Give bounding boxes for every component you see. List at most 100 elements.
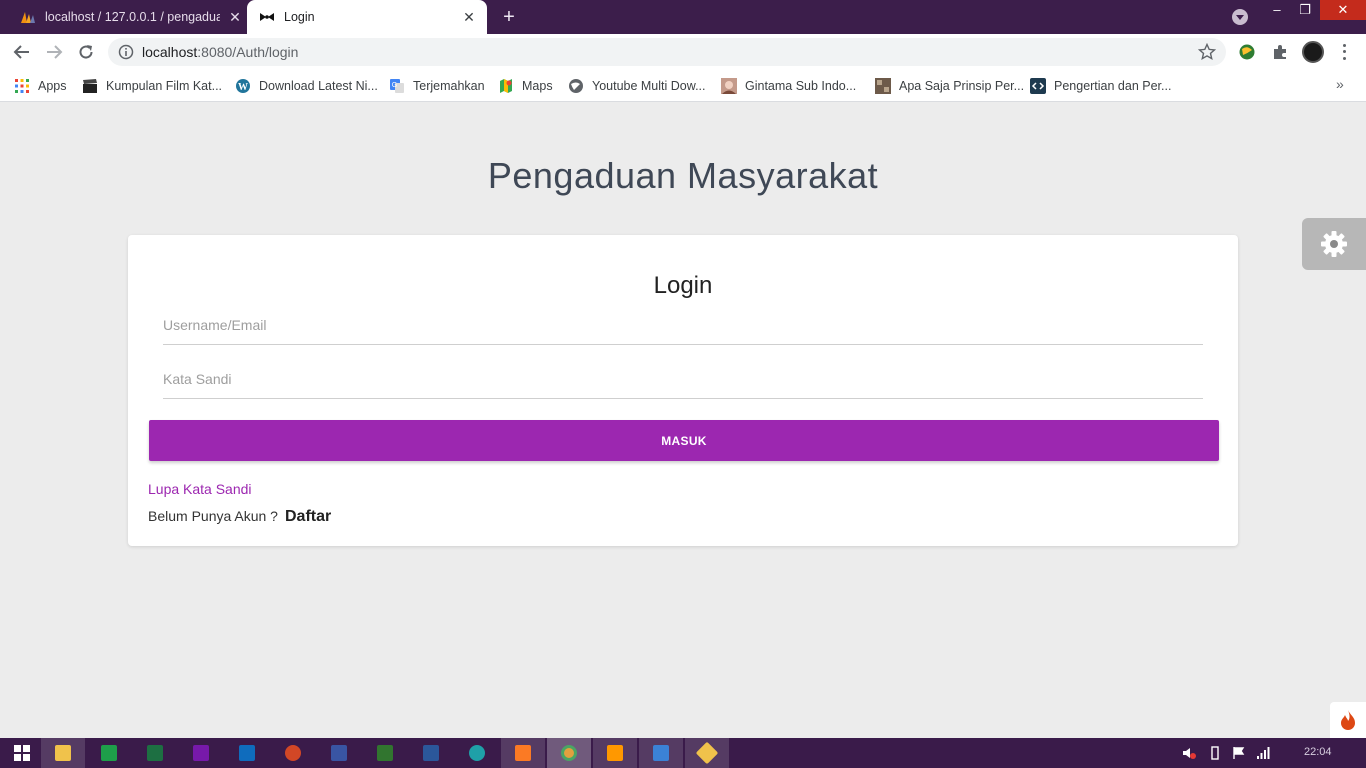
- network-signal-icon[interactable]: [1256, 746, 1270, 760]
- close-tab-icon[interactable]: ✕: [227, 9, 243, 25]
- forgot-password-link[interactable]: Lupa Kata Sandi: [148, 481, 252, 497]
- codeigniter-debug-toolbar-button[interactable]: [1330, 702, 1366, 738]
- minimize-window-button[interactable]: –: [1262, 0, 1292, 20]
- battery-plug-icon[interactable]: [1208, 746, 1222, 760]
- tab-login[interactable]: Login ✕: [247, 0, 487, 34]
- page-title: Pengaduan Masyarakat: [487, 155, 879, 196]
- back-button[interactable]: [10, 40, 34, 64]
- bookmark-label: Gintama Sub Indo...: [745, 79, 857, 93]
- windows-start-icon: [14, 745, 30, 761]
- new-tab-button[interactable]: +: [498, 6, 520, 28]
- back-arrow-icon: [13, 45, 29, 59]
- close-tab-icon[interactable]: ✕: [461, 9, 477, 25]
- taskbar-sublime[interactable]: [593, 738, 637, 768]
- tab-phpmyadmin[interactable]: localhost / 127.0.0.1 / pengaduan ✕: [14, 0, 247, 34]
- bookmarks-bar: Apps Kumpulan Film Kat... W Download Lat…: [0, 70, 1366, 102]
- taskbar-xampp[interactable]: [501, 738, 545, 768]
- phpmyadmin-icon: [20, 9, 36, 25]
- reload-button[interactable]: [74, 40, 98, 64]
- register-link[interactable]: Daftar: [285, 508, 331, 526]
- file-explorer-icon: [55, 745, 71, 761]
- browser-toolbar: localhost:8080/Auth/login: [0, 34, 1366, 70]
- bookmark-star-icon[interactable]: [1198, 43, 1216, 61]
- address-bar[interactable]: localhost:8080/Auth/login: [108, 38, 1226, 66]
- bookmark-label: Terjemahkan: [413, 79, 485, 93]
- bookmark-pengertian[interactable]: Pengertian dan Per...: [1030, 76, 1171, 96]
- tab-search-icon[interactable]: [1232, 9, 1248, 25]
- taskbar-powerpoint[interactable]: [271, 738, 315, 768]
- extensions-puzzle-icon[interactable]: [1271, 43, 1289, 61]
- forward-arrow-icon: [47, 45, 63, 59]
- login-submit-button[interactable]: MASUK: [149, 420, 1219, 461]
- apps-grid-icon: [14, 78, 30, 94]
- bookmark-label: Kumpulan Film Kat...: [106, 79, 223, 93]
- bookmark-label: Apps: [38, 79, 67, 93]
- taskbar-clock[interactable]: 22:04: [1304, 746, 1332, 758]
- bookmark-gintama[interactable]: Gintama Sub Indo...: [721, 76, 856, 96]
- settings-panel-toggle[interactable]: [1302, 218, 1366, 270]
- site-info-icon[interactable]: [118, 44, 134, 60]
- windows-taskbar: 22:04: [0, 738, 1366, 768]
- username-input[interactable]: [163, 305, 1203, 345]
- outlook-icon: [239, 745, 255, 761]
- anime-avatar-icon: [721, 78, 737, 94]
- taskbar-outlook[interactable]: [225, 738, 269, 768]
- volume-muted-icon[interactable]: [1182, 746, 1196, 760]
- xampp-icon: [515, 745, 531, 761]
- bookmark-label: Youtube Multi Dow...: [592, 79, 706, 93]
- taskbar-git[interactable]: [685, 738, 729, 768]
- edge-icon: [469, 745, 485, 761]
- login-card-title: Login: [653, 272, 713, 299]
- chrome-icon: [561, 745, 577, 761]
- excel-icon-green: [101, 745, 117, 761]
- codeigniter-bowtie-icon: [259, 9, 275, 25]
- extension-globe-icon[interactable]: [1238, 43, 1256, 61]
- browser-tab-strip: localhost / 127.0.0.1 / pengaduan ✕ Logi…: [0, 0, 1366, 34]
- action-center-flag-icon[interactable]: [1232, 746, 1246, 760]
- bookmark-film[interactable]: Kumpulan Film Kat...: [82, 76, 222, 96]
- login-card: Login MASUK Lupa Kata Sandi Belum Punya …: [128, 235, 1238, 546]
- close-window-button[interactable]: ✕: [1320, 0, 1366, 20]
- bookmark-youtube-downloader[interactable]: Youtube Multi Dow...: [568, 76, 706, 96]
- bookmark-apps[interactable]: Apps: [14, 76, 67, 96]
- url-path: :8080/Auth/login: [197, 44, 299, 60]
- bookmark-download[interactable]: W Download Latest Ni...: [235, 76, 378, 96]
- taskbar-chrome[interactable]: [547, 738, 591, 768]
- taskbar-onenote[interactable]: [179, 738, 223, 768]
- register-question: Belum Punya Akun ?: [148, 508, 278, 524]
- start-button[interactable]: [0, 738, 44, 768]
- url-text: localhost:8080/Auth/login: [142, 44, 298, 60]
- gear-icon: [1321, 231, 1347, 257]
- taskbar-excel[interactable]: [133, 738, 177, 768]
- bookmark-label: Pengertian dan Per...: [1054, 79, 1172, 93]
- taskbar-project[interactable]: [363, 738, 407, 768]
- reload-icon: [79, 45, 93, 59]
- forward-button[interactable]: [42, 40, 66, 64]
- taskbar-word[interactable]: [409, 738, 453, 768]
- taskbar-file-explorer[interactable]: [41, 738, 85, 768]
- tab-title: Login: [284, 10, 315, 24]
- excel-icon: [147, 745, 163, 761]
- url-host: localhost: [142, 44, 198, 60]
- taskbar-edge[interactable]: [455, 738, 499, 768]
- site-icon: [875, 78, 891, 94]
- bookmark-label: Download Latest Ni...: [259, 79, 378, 93]
- git-icon: [695, 741, 719, 765]
- browser-menu-button[interactable]: [1336, 42, 1352, 62]
- film-clapper-icon: [82, 78, 98, 94]
- codepolitan-icon: [1030, 78, 1046, 94]
- bookmark-prinsip[interactable]: Apa Saja Prinsip Per...: [875, 76, 1024, 96]
- profile-avatar[interactable]: [1302, 41, 1324, 63]
- register-row: Belum Punya Akun ? Daftar: [148, 508, 331, 526]
- taskbar-app-green[interactable]: [87, 738, 131, 768]
- bookmark-translate[interactable]: G Terjemahkan: [389, 76, 485, 96]
- password-input[interactable]: [163, 359, 1203, 399]
- maps-icon: [498, 78, 514, 94]
- taskbar-blue-app[interactable]: [639, 738, 683, 768]
- svg-text:W: W: [238, 82, 248, 93]
- powerpoint-icon: [285, 745, 301, 761]
- more-bookmarks-button[interactable]: »: [1336, 76, 1344, 92]
- taskbar-visio[interactable]: [317, 738, 361, 768]
- bookmark-maps[interactable]: Maps: [498, 76, 553, 96]
- restore-window-button[interactable]: ❐: [1290, 0, 1320, 20]
